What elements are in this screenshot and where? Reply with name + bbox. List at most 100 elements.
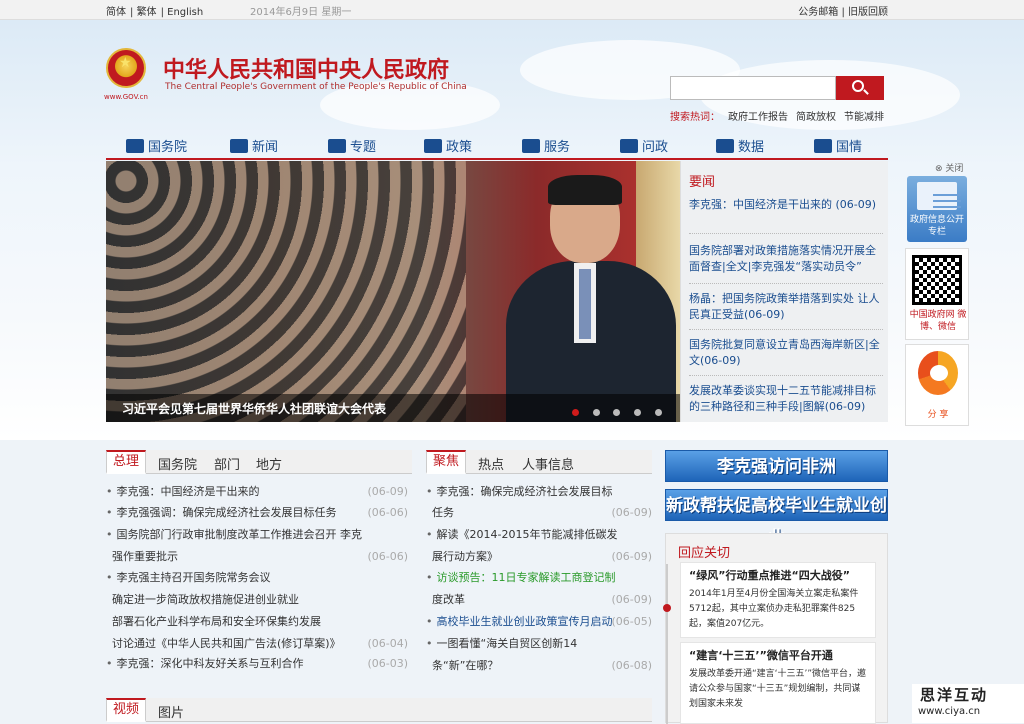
list-item[interactable]: 度改革 (06-09): [432, 592, 652, 608]
qr-code-icon: [912, 255, 962, 305]
language-switcher: 简体 | 繁体 | English: [106, 7, 204, 18]
car-icon: [126, 139, 144, 153]
bar-chart-icon: [716, 139, 734, 153]
tab-premier[interactable]: 总理: [106, 450, 147, 474]
list-item[interactable]: 条“新”在哪？ (06-08): [432, 658, 652, 674]
thumbs-up-icon: [522, 139, 540, 153]
building-icon: [424, 139, 442, 153]
tab-local[interactable]: 地方: [256, 454, 282, 473]
main-nav: 国务院 新闻 专题 政策 服务 问政 数据 国情: [106, 132, 888, 158]
watermark: 思洋互动 www.ciya.cn: [912, 684, 1024, 723]
nav-item-service[interactable]: 服务: [522, 136, 570, 155]
slide-photo-crowd: [106, 161, 466, 422]
slide-caption-bar: 习近平会见第七届世界华侨华人社团联谊大会代表: [106, 394, 680, 422]
qr-code-widget[interactable]: 中国政府网 微博、微信: [905, 248, 969, 340]
nav-item-national-info[interactable]: 国情: [814, 136, 862, 155]
banner-graduate-employment[interactable]: 新政帮扶促高校毕业生就业创业: [665, 489, 888, 548]
list-item[interactable]: • 李克强：深化中科友好关系与互利合作 (06-03): [106, 656, 408, 672]
map-icon: [814, 139, 832, 153]
top-bar: 简体 | 繁体 | English 2014年6月9日 星期一 公务邮箱 | 旧版回…: [0, 0, 1024, 20]
nav-item-data[interactable]: 数据: [716, 136, 764, 155]
lang-english-link[interactable]: English: [167, 7, 203, 18]
headlines-title: 要闻: [689, 175, 716, 190]
headline-item[interactable]: 国务院部署对政策措施落实情况开展全面督查|全文|李克强发“落实动员令”: [689, 243, 883, 275]
headline-item[interactable]: 李克强：中国经济是干出来的 (06-09): [689, 197, 883, 213]
premier-tabbar: 总理 国务院 部门 地方: [106, 450, 412, 474]
tab-pictures[interactable]: 图片: [158, 702, 184, 721]
lang-simplified-link[interactable]: 简体: [106, 7, 126, 18]
slide-pagination: [562, 405, 662, 419]
hot-word-2[interactable]: 简政放权: [796, 112, 836, 123]
tab-video[interactable]: 视频: [106, 698, 147, 722]
site-domain: www.GOV.cn: [104, 93, 148, 101]
banner-premier-africa[interactable]: 李克强访问非洲: [665, 450, 888, 482]
concern-card[interactable]: “绿风”行动重点推进“四大战役” 2014年1月至4月份全国海关立案走私案件57…: [680, 562, 876, 638]
concern-card[interactable]: “建言‘十三五’”微信平台开通 发展改革委开通“建言‘十三五’”微信平台，邀请公…: [680, 642, 876, 724]
response-concerns-panel: 回应关切 “绿风”行动重点推进“四大战役” 2014年1月至4月份全国海关立案走…: [663, 533, 888, 724]
chat-icon: [620, 139, 638, 153]
document-icon: [917, 182, 961, 210]
mail-link[interactable]: 公务邮箱: [798, 7, 838, 18]
list-item[interactable]: • 一图看懂“海关自贸区创新14: [426, 636, 652, 652]
slide-dot-3[interactable]: [613, 409, 621, 416]
search-button[interactable]: [836, 76, 884, 100]
hot-word-1[interactable]: 政府工作报告: [728, 112, 788, 123]
site-title[interactable]: 中华人民共和国中央人民政府: [163, 52, 449, 84]
list-item[interactable]: • 国务院部门行政审批制度改革工作推进会召开 李克: [106, 527, 408, 543]
nav-item-topics[interactable]: 专题: [328, 136, 376, 155]
list-item[interactable]: • 解读《2014-2015年节能减排低碳发: [426, 527, 652, 543]
tab-state-council[interactable]: 国务院: [158, 454, 197, 473]
tab-departments[interactable]: 部门: [214, 454, 240, 473]
list-item[interactable]: 确定进一步简政放权措施促进创业就业: [112, 592, 408, 608]
top-right-links: 公务邮箱 | 旧版回顾: [798, 7, 888, 18]
media-tabbar: 视频 图片: [106, 698, 652, 722]
nav-divider: [106, 158, 888, 160]
hot-word-3[interactable]: 节能减排: [844, 112, 884, 123]
list-item[interactable]: 任务 (06-09): [432, 505, 652, 521]
headlines-panel: 要闻 李克强：中国经济是干出来的 (06-09) 国务院部署对政策措施落实情况开…: [680, 161, 888, 422]
headline-item[interactable]: 发展改革委谈实现十二五节能减排目标的三种路径和三种手段|图解(06-09): [689, 383, 883, 415]
tab-hotspot[interactable]: 热点: [478, 454, 504, 473]
list-item[interactable]: 讨论通过《中华人民共和国广告法(修订草案)》 (06-04): [112, 636, 408, 652]
slide-dot-5[interactable]: [655, 409, 662, 416]
focus-tabbar: 聚焦 热点 人事信息: [426, 450, 652, 474]
site-subtitle: The Central People's Government of the P…: [165, 82, 467, 92]
slide-photo-person: [486, 171, 680, 422]
share-logo-icon: [918, 351, 958, 395]
tab-personnel[interactable]: 人事信息: [522, 454, 574, 473]
response-concerns-title: 回应关切: [678, 546, 731, 561]
list-item[interactable]: • 访谈预告：11日专家解读工商登记制: [426, 570, 652, 586]
share-widget[interactable]: 分 享: [905, 344, 969, 426]
newspaper-icon: [230, 139, 248, 153]
current-date: 2014年6月9日 星期一: [250, 7, 352, 18]
list-item[interactable]: • 李克强强调：确保完成经济社会发展目标任务 (06-06): [106, 505, 408, 521]
gov-info-disclosure-button[interactable]: 政府信息公开专栏: [907, 176, 967, 242]
headline-slideshow[interactable]: 习近平会见第七届世界华侨华人社团联谊大会代表: [106, 161, 680, 422]
nav-item-news[interactable]: 新闻: [230, 136, 278, 155]
lang-traditional-link[interactable]: 繁体: [137, 7, 157, 18]
headline-item[interactable]: 国务院批复同意设立青岛西海岸新区|全文(06-09): [689, 337, 883, 369]
national-emblem-icon[interactable]: ★: [106, 48, 146, 88]
tab-focus[interactable]: 聚焦: [426, 450, 467, 474]
hot-words-label: 搜索热词：: [670, 112, 720, 123]
search-input[interactable]: [670, 76, 836, 100]
slide-dot-4[interactable]: [634, 409, 642, 416]
list-item[interactable]: • 李克强：中国经济是干出来的 (06-09): [106, 484, 408, 500]
list-item[interactable]: • 李克强：确保完成经济社会发展目标: [426, 484, 652, 500]
close-widgets-button[interactable]: ⊗ 关闭: [935, 161, 963, 174]
nav-item-ask[interactable]: 问政: [620, 136, 668, 155]
list-item[interactable]: 展行动方案》 (06-09): [432, 549, 652, 565]
slide-dot-1[interactable]: [571, 409, 579, 416]
slide-caption[interactable]: 习近平会见第七届世界华侨华人社团联谊大会代表: [122, 400, 386, 417]
hot-words: 搜索热词： 政府工作报告 简政放权 节能减排: [670, 108, 892, 123]
timeline-dot: [663, 604, 671, 612]
slide-dot-2[interactable]: [592, 409, 600, 416]
list-item[interactable]: • 李克强主持召开国务院常务会议: [106, 570, 408, 586]
nav-item-state-council[interactable]: 国务院: [126, 136, 187, 155]
list-item[interactable]: 部署石化产业科学布局和安全环保集约发展: [112, 614, 408, 630]
list-item[interactable]: • 高校毕业生就业创业政策宣传月启动 (06-05): [426, 614, 652, 630]
nav-item-policy[interactable]: 政策: [424, 136, 472, 155]
old-version-link[interactable]: 旧版回顾: [848, 7, 888, 18]
list-item[interactable]: 强作重要批示 (06-06): [112, 549, 408, 565]
headline-item[interactable]: 杨晶：把国务院政策举措落到实处 让人民真正受益(06-09): [689, 291, 883, 323]
